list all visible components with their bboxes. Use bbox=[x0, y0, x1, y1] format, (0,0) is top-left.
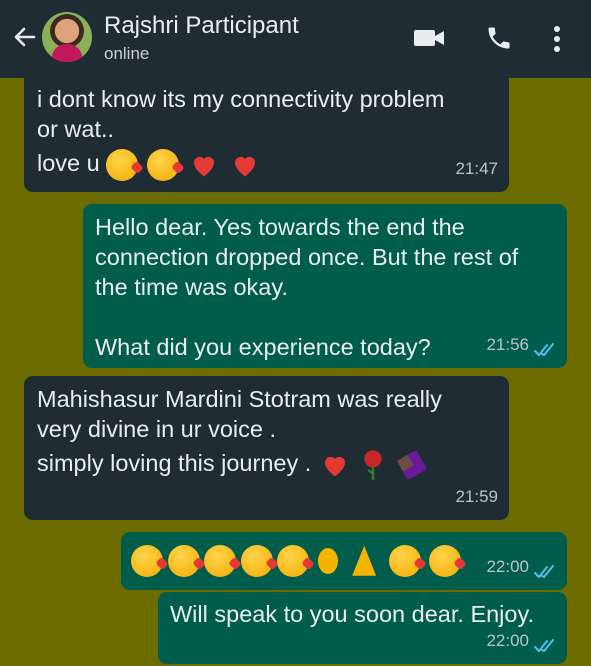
message-time: 21:59 bbox=[455, 487, 498, 506]
message-time: 22:00 bbox=[486, 557, 529, 576]
smiling-face-with-hearts-icon bbox=[204, 544, 237, 577]
face-blowing-kiss-icon bbox=[106, 148, 139, 181]
message-outgoing[interactable]: Will speak to you soon dear. Enjoy. 22:0… bbox=[158, 592, 567, 664]
back-arrow-icon[interactable] bbox=[10, 22, 40, 52]
red-heart-icon bbox=[324, 456, 345, 477]
smiling-face-with-halo-icon bbox=[240, 544, 273, 577]
red-heart-icon bbox=[234, 156, 255, 177]
double-check-read-icon bbox=[534, 343, 554, 356]
face-blowing-kiss-icon bbox=[429, 544, 462, 577]
smiling-face-with-hearts-icon bbox=[131, 544, 163, 577]
smiling-face-with-halo-icon bbox=[277, 544, 310, 577]
chat-header: Rajshri Participant online bbox=[0, 0, 591, 78]
star-struck-icon bbox=[388, 544, 421, 577]
message-time: 22:00 bbox=[486, 631, 529, 650]
more-options-icon[interactable] bbox=[548, 24, 566, 54]
message-outgoing[interactable]: Hello dear. Yes towards the end the conn… bbox=[83, 204, 567, 368]
smiling-face-with-hearts-icon bbox=[167, 544, 200, 577]
video-call-icon[interactable] bbox=[412, 26, 446, 50]
message-text: Mahishasur Mardini Stotram was really ve… bbox=[37, 384, 442, 481]
contact-status: online bbox=[104, 44, 150, 63]
message-incoming[interactable]: i dont know its my connectivity problem … bbox=[24, 60, 509, 192]
message-incoming[interactable]: Mahishasur Mardini Stotram was really ve… bbox=[24, 376, 509, 520]
rose-icon bbox=[364, 450, 382, 480]
contact-name[interactable]: Rajshri Participant bbox=[104, 12, 299, 40]
ok-hand-icon bbox=[317, 547, 338, 574]
emoji-row bbox=[131, 544, 463, 577]
double-check-read-icon bbox=[534, 639, 554, 652]
chocolate-bar-icon bbox=[397, 450, 427, 480]
message-text: Hello dear. Yes towards the end the conn… bbox=[95, 214, 519, 360]
folded-hands-icon bbox=[352, 545, 377, 576]
message-time: 21:47 bbox=[455, 159, 498, 178]
phone-icon[interactable] bbox=[485, 24, 513, 52]
face-blowing-kiss-icon bbox=[146, 148, 179, 181]
red-heart-icon bbox=[194, 156, 215, 177]
message-outgoing[interactable]: 22:00 bbox=[121, 532, 567, 590]
message-time: 21:56 bbox=[486, 335, 529, 354]
message-text: Will speak to you soon dear. Enjoy. bbox=[170, 601, 535, 627]
avatar[interactable] bbox=[42, 12, 92, 62]
double-check-read-icon bbox=[534, 565, 554, 578]
message-text: i dont know its my connectivity problem … bbox=[37, 84, 445, 181]
